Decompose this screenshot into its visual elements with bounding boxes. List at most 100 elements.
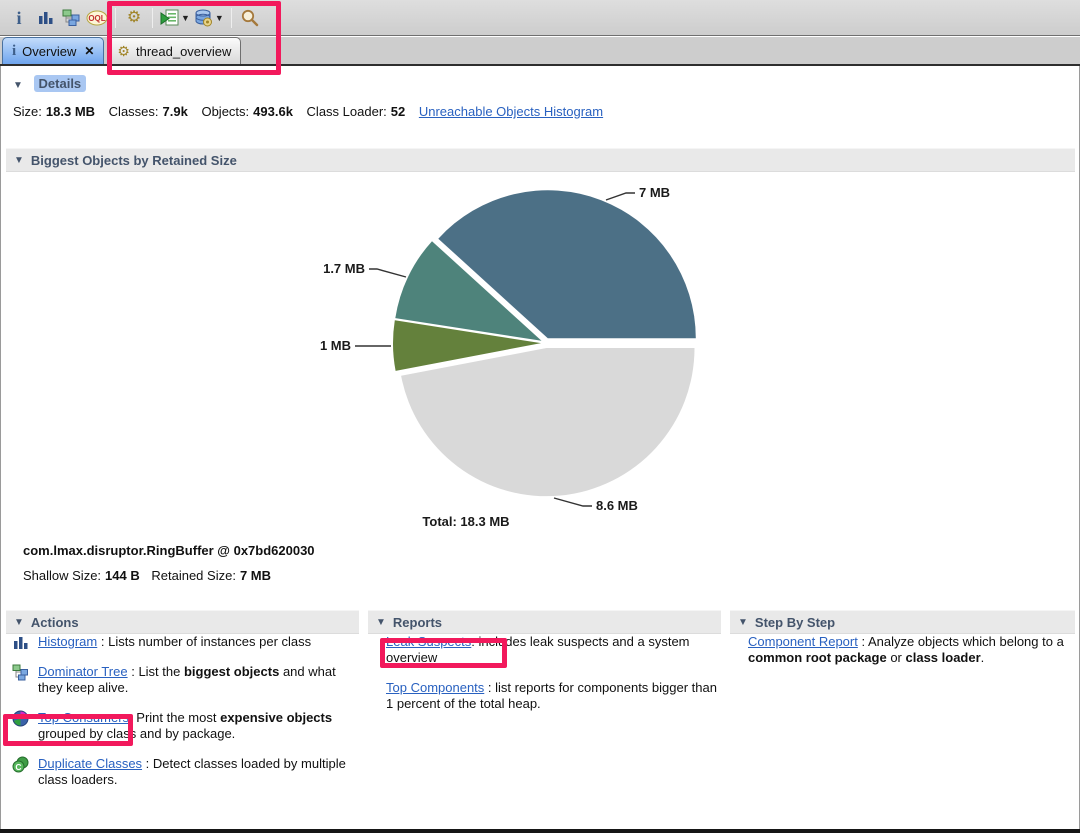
stat-value: 493.6k bbox=[253, 104, 293, 119]
selected-object-title: com.lmax.disruptor.RingBuffer @ 0x7bd620… bbox=[23, 543, 315, 558]
separator-text: : bbox=[471, 634, 478, 649]
heap-stats-line: Size: 18.3 MB Classes: 7.9k Objects: 493.6k… bbox=[13, 104, 603, 119]
action-item-dominator-tree: Dominator Tree : List the biggest object… bbox=[12, 664, 355, 696]
histogram-icon bbox=[37, 9, 54, 26]
step-by-step-header-label: Step By Step bbox=[755, 615, 835, 630]
histogram-button[interactable] bbox=[32, 5, 58, 31]
toolbar-separator bbox=[231, 8, 232, 28]
pie-slice-label: 1.7 MB bbox=[323, 261, 365, 276]
shallow-size-value: 144 B bbox=[105, 568, 140, 583]
acquire-heap-dump-button[interactable]: ▼ bbox=[192, 5, 226, 31]
dropdown-arrow-icon: ▼ bbox=[181, 13, 190, 23]
tab-overview[interactable]: i Overview ✕ bbox=[2, 37, 104, 64]
collapse-arrow-icon[interactable]: ▼ bbox=[13, 80, 23, 91]
tab-label: thread_overview bbox=[136, 44, 231, 59]
retained-size-value: 7 MB bbox=[240, 568, 271, 583]
toolbar-separator bbox=[152, 8, 153, 28]
oql-icon: OQL bbox=[86, 10, 108, 26]
customize-retained-set-button[interactable]: ⚙ bbox=[121, 5, 147, 31]
collapse-arrow-icon[interactable]: ▼ bbox=[738, 617, 748, 628]
retained-size-pie-chart: 7 MB 1.7 MB 1 MB 8.6 MB Total: 18.3 MB bbox=[301, 178, 861, 534]
info-icon: i bbox=[12, 44, 16, 59]
bottom-columns: ▼ Actions Histogram : Lists number of in… bbox=[6, 610, 1075, 802]
report-item-leak-suspects: Leak Suspects: includes leak suspects an… bbox=[374, 634, 717, 666]
report-item-top-components: Top Components : list reports for compon… bbox=[374, 680, 717, 712]
action-item-top-consumers: Top Consumers: Print the most expensive … bbox=[12, 710, 355, 742]
pie-leader-line bbox=[554, 498, 592, 506]
leak-suspects-link[interactable]: Leak Suspects bbox=[386, 634, 471, 649]
stat-value: 18.3 MB bbox=[46, 104, 95, 119]
pie-slice-4[interactable] bbox=[401, 348, 694, 496]
histogram-icon bbox=[12, 634, 29, 651]
action-item-duplicate-classes: C Duplicate Classes : Detect classes loa… bbox=[12, 756, 355, 788]
stat-label: Classes: bbox=[109, 104, 159, 119]
pie-leader-line bbox=[606, 193, 635, 200]
shallow-size-label: Shallow Size: bbox=[23, 568, 101, 583]
actions-column: ▼ Actions Histogram : Lists number of in… bbox=[6, 610, 359, 802]
details-section-header[interactable]: ▼ Details bbox=[13, 76, 86, 91]
histogram-link[interactable]: Histogram bbox=[38, 634, 97, 649]
retained-size-label: Retained Size: bbox=[151, 568, 236, 583]
dominator-tree-icon bbox=[62, 9, 80, 26]
biggest-objects-section-header[interactable]: ▼ Biggest Objects by Retained Size bbox=[6, 148, 1075, 172]
reports-column: ▼ Reports Leak Suspects: includes leak s… bbox=[368, 610, 721, 802]
overview-pane: ▼ Details Size: 18.3 MB Classes: 7.9k Obje… bbox=[0, 66, 1080, 829]
top-consumers-link[interactable]: Top Consumers bbox=[38, 710, 129, 725]
biggest-objects-header-label: Biggest Objects by Retained Size bbox=[31, 153, 237, 168]
collapse-arrow-icon[interactable]: ▼ bbox=[14, 617, 24, 628]
main-toolbar: i OQL ⚙ bbox=[0, 0, 1080, 36]
dominator-tree-icon bbox=[12, 664, 29, 681]
separator-text: : bbox=[97, 634, 108, 649]
mat-overview-window: i OQL ⚙ bbox=[0, 0, 1080, 833]
heap-dump-icon bbox=[194, 9, 213, 27]
toolbar-separator bbox=[115, 8, 116, 28]
gear-icon: ⚙ bbox=[117, 44, 130, 58]
selected-object-sizes: Shallow Size: 144 B Retained Size: 7 MB bbox=[23, 568, 279, 583]
action-item-histogram: Histogram : Lists number of instances pe… bbox=[12, 634, 355, 650]
pie-leader-line bbox=[369, 269, 406, 277]
step-by-step-section-header[interactable]: ▼ Step By Step bbox=[730, 610, 1075, 634]
actions-section-header[interactable]: ▼ Actions bbox=[6, 610, 359, 634]
dropdown-arrow-icon: ▼ bbox=[215, 13, 224, 23]
step-by-step-column: ▼ Step By Step Component Report : Analyz… bbox=[730, 610, 1075, 802]
pie-slice-label: 1 MB bbox=[320, 338, 351, 353]
separator-text: : bbox=[484, 680, 495, 695]
run-report-icon bbox=[160, 9, 179, 26]
search-button[interactable] bbox=[237, 5, 263, 31]
duplicate-classes-icon: C bbox=[12, 756, 29, 773]
duplicate-classes-link[interactable]: Duplicate Classes bbox=[38, 756, 142, 771]
reports-header-label: Reports bbox=[393, 615, 442, 630]
step-item-component-report: Component Report : Analyze objects which… bbox=[736, 634, 1071, 666]
stat-label: Size: bbox=[13, 104, 42, 119]
run-expert-report-button[interactable]: ▼ bbox=[158, 5, 192, 31]
oql-button[interactable]: OQL bbox=[84, 5, 110, 31]
separator-text: : bbox=[858, 634, 868, 649]
pie-total-label: Total: 18.3 MB bbox=[422, 514, 509, 529]
reports-section-header[interactable]: ▼ Reports bbox=[368, 610, 721, 634]
separator-text: : bbox=[142, 756, 153, 771]
component-report-link[interactable]: Component Report bbox=[748, 634, 858, 649]
details-header-label: Details bbox=[34, 75, 87, 92]
tab-label: Overview bbox=[22, 44, 76, 59]
info-icon: i bbox=[16, 9, 21, 27]
pie-slice-label: 7 MB bbox=[639, 185, 670, 200]
tab-thread-overview[interactable]: ⚙ thread_overview bbox=[107, 37, 241, 64]
dominator-tree-link[interactable]: Dominator Tree bbox=[38, 664, 128, 679]
search-icon bbox=[240, 9, 259, 27]
info-button[interactable]: i bbox=[6, 5, 32, 31]
action-description: Lists number of instances per class bbox=[108, 634, 311, 649]
pie-slice-label: 8.6 MB bbox=[596, 498, 638, 513]
svg-text:OQL: OQL bbox=[88, 14, 105, 23]
stat-value: 7.9k bbox=[163, 104, 188, 119]
actions-header-label: Actions bbox=[31, 615, 79, 630]
top-components-link[interactable]: Top Components bbox=[386, 680, 484, 695]
close-tab-icon[interactable]: ✕ bbox=[84, 44, 94, 58]
collapse-arrow-icon[interactable]: ▼ bbox=[376, 617, 386, 628]
unreachable-objects-histogram-link[interactable]: Unreachable Objects Histogram bbox=[419, 104, 603, 119]
stat-value: 52 bbox=[391, 104, 405, 119]
separator-text: : bbox=[128, 664, 139, 679]
dominator-tree-button[interactable] bbox=[58, 5, 84, 31]
collapse-arrow-icon[interactable]: ▼ bbox=[14, 155, 24, 166]
pie-chart-icon bbox=[12, 710, 29, 727]
stat-label: Objects: bbox=[201, 104, 249, 119]
